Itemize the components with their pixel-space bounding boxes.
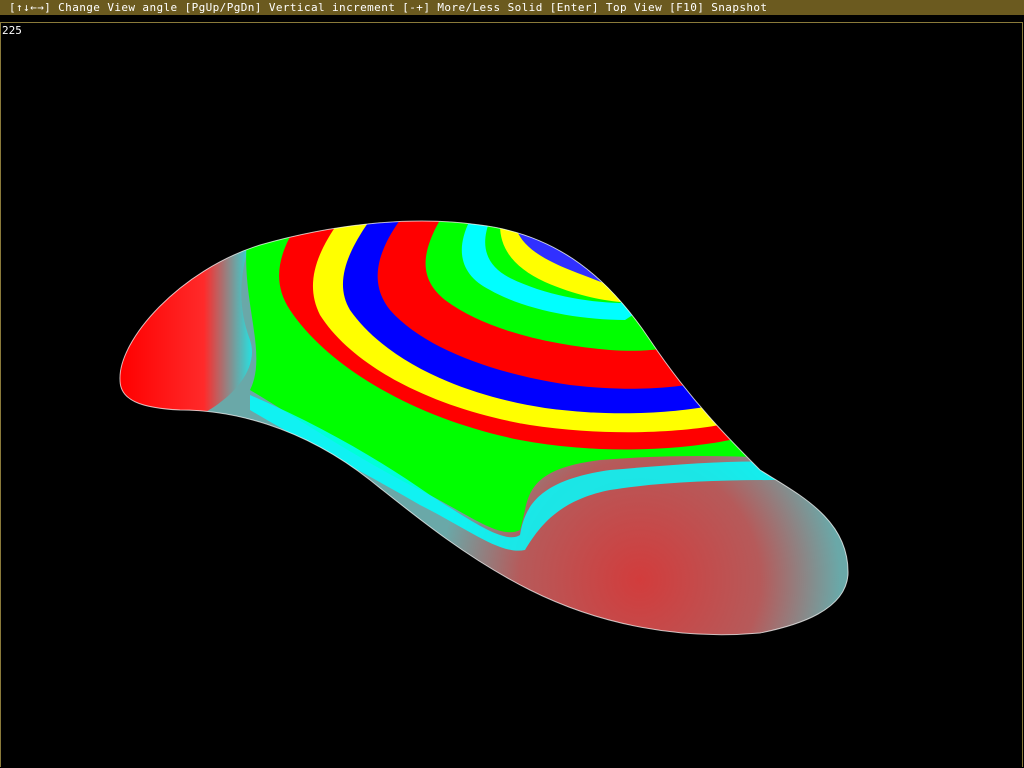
plot-window: [↑↓←→] Change View angle [PgUp/PgDn] Ver… [0,0,1024,768]
surface-plot [119,220,849,636]
surface-bands [119,221,849,635]
